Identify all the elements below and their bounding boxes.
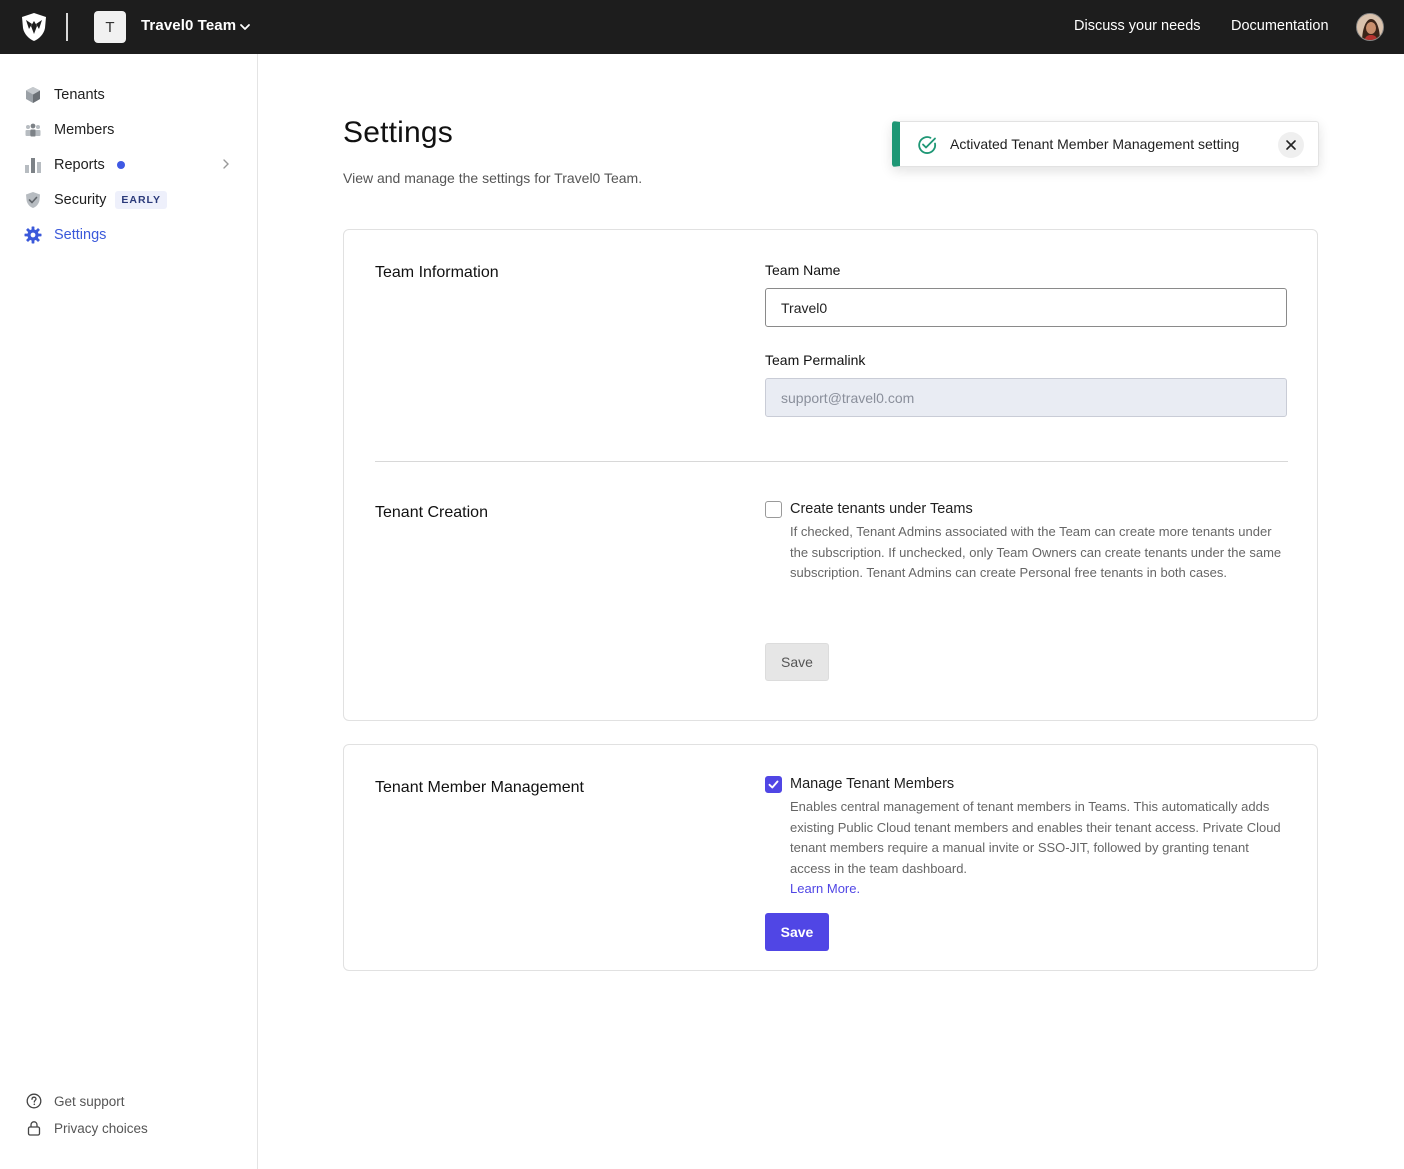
get-support-link[interactable]: Get support (26, 1093, 125, 1109)
discuss-needs-link[interactable]: Discuss your needs (1074, 18, 1201, 34)
sidebar-item-reports[interactable]: Reports (24, 153, 125, 177)
members-icon (24, 121, 42, 139)
checkmark-icon (768, 780, 779, 789)
member-management-save-button[interactable]: Save (765, 913, 829, 951)
member-management-card: Tenant Member Management Manage Tenant M… (343, 744, 1318, 971)
team-avatar[interactable]: T (94, 11, 126, 43)
create-tenants-label: Create tenants under Teams (790, 501, 973, 517)
sidebar-item-label: Settings (54, 227, 107, 243)
sidebar: Tenants Members Reports Security EARLY S… (0, 54, 258, 1169)
shield-check-icon (24, 191, 42, 209)
lock-icon (26, 1120, 42, 1136)
page-subtitle: View and manage the settings for Travel0… (343, 170, 643, 186)
tenant-creation-save-button[interactable]: Save (765, 643, 829, 681)
get-support-label: Get support (54, 1093, 125, 1109)
team-information-heading: Team Information (375, 264, 499, 281)
user-avatar[interactable] (1356, 13, 1384, 41)
bar-chart-icon (24, 156, 42, 174)
sidebar-item-tenants[interactable]: Tenants (24, 83, 105, 107)
notification-dot (116, 161, 125, 169)
top-bar: T Travel0 Team Discuss your needs Docume… (0, 0, 1404, 54)
gear-icon (24, 226, 42, 244)
early-badge: EARLY (115, 191, 168, 209)
team-name-input[interactable]: Travel0 (765, 288, 1287, 327)
check-circle-icon (918, 136, 937, 154)
chevron-right-icon[interactable] (220, 158, 232, 170)
sidebar-item-members[interactable]: Members (24, 118, 114, 142)
success-toast: Activated Tenant Member Management setti… (892, 121, 1319, 167)
sidebar-item-security[interactable]: Security EARLY (24, 188, 168, 212)
create-tenants-checkbox[interactable] (765, 501, 782, 518)
documentation-link[interactable]: Documentation (1231, 18, 1329, 34)
privacy-choices-link[interactable]: Privacy choices (26, 1120, 148, 1136)
tenant-member-management-heading: Tenant Member Management (375, 779, 584, 796)
shield-logo-icon[interactable] (20, 12, 48, 42)
user-photo-icon (1357, 14, 1383, 40)
cube-icon (24, 86, 42, 104)
sidebar-item-label: Members (54, 122, 115, 138)
close-icon (1286, 140, 1296, 150)
learn-more-link[interactable]: Learn More. (790, 881, 860, 896)
help-circle-icon (26, 1093, 42, 1109)
manage-tenant-members-description: Enables central management of tenant mem… (790, 797, 1290, 900)
page-title: Settings (343, 116, 453, 149)
sidebar-item-settings[interactable]: Settings (24, 223, 106, 247)
sidebar-item-label: Security (54, 192, 107, 208)
privacy-choices-label: Privacy choices (54, 1120, 148, 1136)
team-name-label: Team Name (765, 262, 841, 278)
team-permalink-input: support@travel0.com (765, 378, 1287, 417)
team-settings-card: Team Information Team Name Travel0 Team … (343, 229, 1318, 721)
toast-close-button[interactable] (1278, 132, 1304, 158)
tenant-creation-heading: Tenant Creation (375, 504, 488, 521)
chevron-down-icon[interactable] (238, 20, 252, 34)
team-switcher[interactable]: Travel0 Team (141, 17, 236, 34)
sidebar-item-label: Reports (54, 157, 105, 173)
topbar-divider (66, 13, 68, 41)
sidebar-item-label: Tenants (54, 87, 105, 103)
toast-message: Activated Tenant Member Management setti… (950, 136, 1240, 152)
description-text: Enables central management of tenant mem… (790, 799, 1281, 876)
create-tenants-description: If checked, Tenant Admins associated wit… (790, 524, 1282, 580)
manage-tenant-members-label: Manage Tenant Members (790, 776, 955, 792)
team-permalink-label: Team Permalink (765, 352, 866, 368)
section-divider (375, 461, 1288, 462)
manage-tenant-members-checkbox[interactable] (765, 776, 782, 793)
